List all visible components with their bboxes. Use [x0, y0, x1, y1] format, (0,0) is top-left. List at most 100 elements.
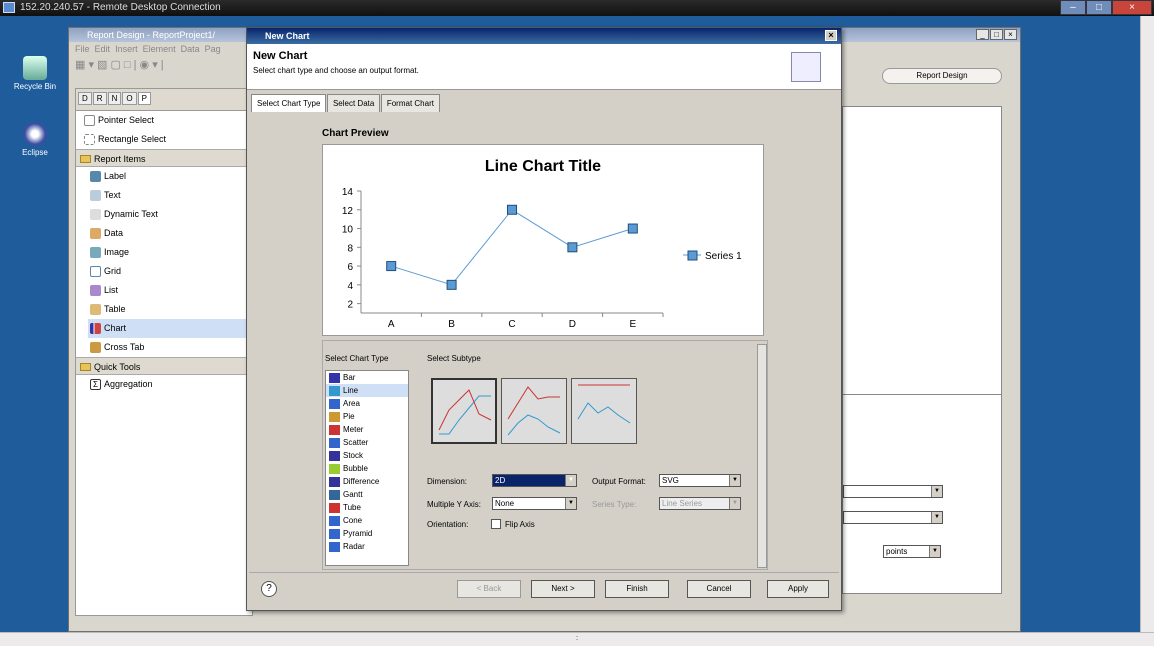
property-dropdown-1[interactable]: ▼ — [843, 485, 943, 498]
chart-type-radar[interactable]: Radar — [326, 540, 408, 553]
tab-navigator[interactable]: N — [107, 92, 122, 105]
minimize-button[interactable]: – — [1060, 0, 1086, 15]
help-icon[interactable]: ? — [261, 581, 277, 597]
folder-icon — [80, 155, 91, 163]
tab-outline[interactable]: O — [122, 92, 137, 105]
new-chart-dialog: New Chart × New Chart Select chart type … — [246, 27, 842, 611]
chart-type-pie[interactable]: Pie — [326, 410, 408, 423]
chart-type-stock[interactable]: Stock — [326, 449, 408, 462]
multiple-y-axis-select[interactable]: None ▼ — [492, 497, 577, 510]
chart-type-difference[interactable]: Difference — [326, 475, 408, 488]
tab-resource-explorer[interactable]: R — [92, 92, 107, 105]
cross-tab-icon — [90, 342, 101, 353]
palette-item-table[interactable]: Table — [88, 300, 252, 319]
chart-type-line[interactable]: Line — [326, 384, 408, 397]
eclipse-minimize-button[interactable]: _ — [976, 29, 989, 40]
output-format-select[interactable]: SVG ▼ — [659, 474, 741, 487]
back-button[interactable]: < Back — [457, 580, 521, 598]
close-button[interactable]: × — [1112, 0, 1152, 15]
report-canvas[interactable] — [842, 106, 1002, 396]
bar-chart-icon — [329, 373, 340, 383]
rdp-icon — [3, 2, 15, 13]
rdp-vertical-scrollbar[interactable] — [1140, 16, 1154, 632]
palette-item-label[interactable]: Label — [88, 167, 252, 186]
table-icon — [90, 304, 101, 315]
chart-type-label: Meter — [343, 425, 364, 434]
chart-type-cone[interactable]: Cone — [326, 514, 408, 527]
menu-file[interactable]: File — [75, 44, 90, 54]
list-icon — [90, 285, 101, 296]
palette-item-chart[interactable]: Chart — [88, 319, 252, 338]
text-icon — [90, 190, 101, 201]
menu-page[interactable]: Pag — [205, 44, 221, 54]
chart-type-scatter[interactable]: Scatter — [326, 436, 408, 449]
quick-tools-drawer[interactable]: Quick Tools — [76, 357, 252, 375]
tube-chart-icon — [329, 503, 340, 513]
tab-data-explorer[interactable]: D — [78, 92, 92, 105]
item-label: Cross Tab — [104, 342, 145, 352]
palette-item-cross-tab[interactable]: Cross Tab — [88, 338, 252, 357]
subtype-overlay-line[interactable] — [431, 378, 497, 444]
palette-item-list[interactable]: List — [88, 281, 252, 300]
eclipse-desktop-icon[interactable]: Eclipse — [4, 122, 66, 157]
subtype-stacked-line[interactable] — [501, 378, 567, 444]
dialog-header: New Chart Select chart type and choose a… — [247, 44, 841, 90]
series-line — [391, 209, 633, 286]
tool-label: Rectangle Select — [98, 134, 167, 144]
palette-item-grid[interactable]: Grid — [88, 262, 252, 281]
x-tick-label: D — [569, 319, 576, 330]
recycle-bin-icon[interactable]: Recycle Bin — [4, 56, 66, 91]
chart-type-bar[interactable]: Bar — [326, 371, 408, 384]
palette-item-image[interactable]: Image — [88, 243, 252, 262]
eclipse-menu-bar: File Edit Insert Element Data Pag — [69, 42, 221, 56]
dimension-select[interactable]: 2D ▼ — [492, 474, 577, 487]
chart-type-label: Tube — [343, 503, 361, 512]
chart-type-gantt[interactable]: Gantt — [326, 488, 408, 501]
menu-data[interactable]: Data — [181, 44, 200, 54]
multiple-y-axis-value: None — [495, 499, 515, 508]
rdp-horizontal-scrollbar[interactable]: ∶ — [0, 632, 1154, 646]
chart-type-pyramid[interactable]: Pyramid — [326, 527, 408, 540]
palette-item-aggregation[interactable]: Σ Aggregation — [88, 375, 252, 394]
restore-button[interactable]: □ — [1086, 0, 1112, 15]
palette-item-text[interactable]: Text — [88, 186, 252, 205]
perspective-switcher[interactable]: Report Design — [882, 68, 1002, 84]
palette-item-data[interactable]: Data — [88, 224, 252, 243]
eclipse-restore-button[interactable]: □ — [990, 29, 1003, 40]
next-button[interactable]: Next > — [531, 580, 595, 598]
menu-element[interactable]: Element — [143, 44, 176, 54]
chart-type-meter[interactable]: Meter — [326, 423, 408, 436]
property-dropdown-2[interactable]: ▼ — [843, 511, 943, 524]
chart-type-label: Stock — [343, 451, 364, 460]
eclipse-close-button[interactable]: × — [1004, 29, 1017, 40]
chart-type-bubble[interactable]: Bubble — [326, 462, 408, 475]
tool-rectangle-select[interactable]: Rectangle Select — [82, 130, 252, 149]
pointer-icon — [84, 115, 95, 126]
apply-button[interactable]: Apply — [767, 580, 829, 598]
grid-icon — [90, 266, 101, 277]
chart-type-tube[interactable]: Tube — [326, 501, 408, 514]
data-point — [507, 204, 517, 215]
menu-insert[interactable]: Insert — [115, 44, 138, 54]
units-dropdown[interactable]: points ▼ — [883, 545, 941, 558]
tab-palette[interactable]: P — [137, 92, 151, 105]
finish-button[interactable]: Finish — [605, 580, 669, 598]
chart-type-list[interactable]: Bar Line Area Pie Meter Scatter Stock Bubble Dif… — [325, 370, 409, 566]
report-items-drawer[interactable]: Report Items — [76, 149, 252, 167]
tool-pointer-select[interactable]: Pointer Select — [82, 111, 252, 130]
tab-format-chart[interactable]: Format Chart — [380, 94, 440, 112]
tab-select-chart-type[interactable]: Select Chart Type — [251, 94, 327, 112]
menu-edit[interactable]: Edit — [95, 44, 111, 54]
flip-axis-checkbox[interactable] — [491, 519, 501, 529]
palette-item-dynamic-text[interactable]: Dynamic Text — [88, 205, 252, 224]
options-scrollbar[interactable] — [757, 344, 767, 568]
bubble-chart-icon — [329, 464, 340, 474]
tab-select-data[interactable]: Select Data — [326, 94, 381, 112]
dialog-close-button[interactable]: × — [825, 30, 837, 41]
drawer-label: Quick Tools — [94, 362, 141, 372]
series-type-label: Series Type: — [592, 500, 637, 509]
chart-type-area[interactable]: Area — [326, 397, 408, 410]
cancel-button[interactable]: Cancel — [687, 580, 751, 598]
tool-label: Pointer Select — [98, 115, 155, 125]
subtype-percent-stacked-line[interactable] — [571, 378, 637, 444]
